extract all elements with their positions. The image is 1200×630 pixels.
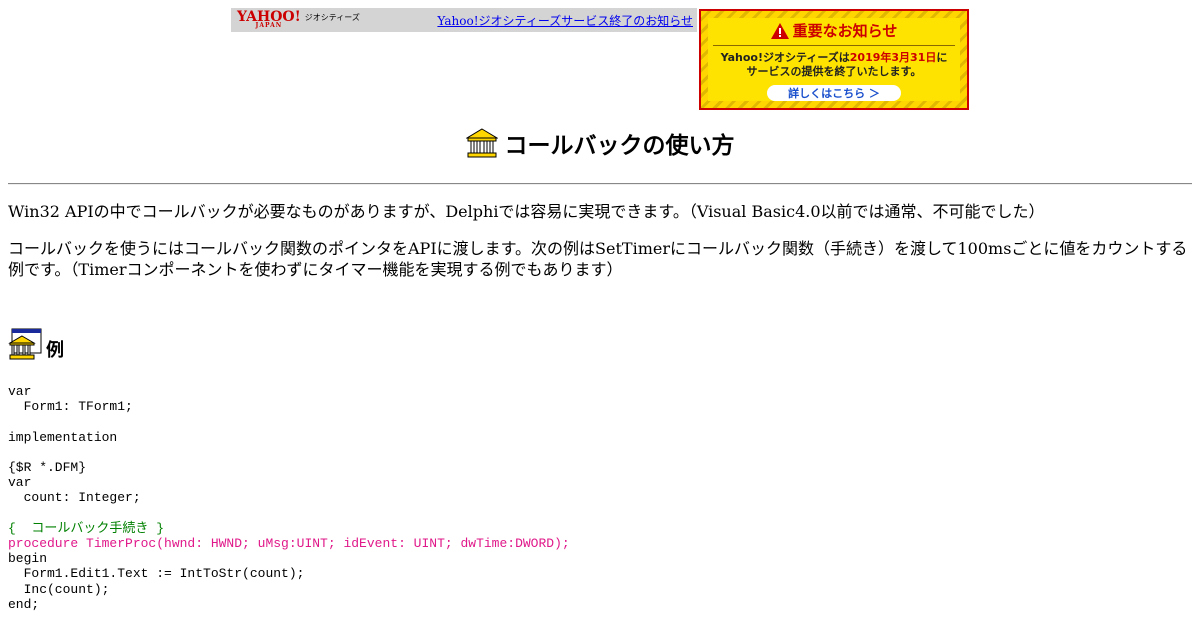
service-end-notice-link[interactable]: Yahoo!ジオシティーズサービス終了のお知らせ <box>437 12 693 29</box>
important-notice-title-text: 重要なお知らせ <box>792 22 898 40</box>
bank-icon <box>465 128 498 158</box>
geocities-label: ジオシティーズ <box>304 13 360 22</box>
divider <box>8 183 1192 185</box>
bank-window-icon <box>8 328 42 360</box>
code-declarations: var Form1: TForm1; implementation {$R *.… <box>8 384 141 506</box>
important-notice-banner[interactable]: 重要なお知らせ Yahoo!ジオシティーズは2019年3月31日に サービスの提… <box>699 9 969 110</box>
yahoo-logo[interactable]: YAHOO! JAPAN ジオシティーズ <box>237 10 360 29</box>
notice-msg-suffix: に <box>936 50 948 64</box>
notice-msg-prefix: Yahoo!ジオシティーズは <box>720 50 850 64</box>
code-example: var Form1: TForm1; implementation {$R *.… <box>8 384 570 612</box>
important-notice-inner: 重要なお知らせ Yahoo!ジオシティーズは2019年3月31日に サービスの提… <box>708 18 960 101</box>
notice-message: Yahoo!ジオシティーズは2019年3月31日に サービスの提供を終了いたしま… <box>721 51 948 79</box>
usage-paragraph: コールバックを使うにはコールバック関数のポインタをAPIに渡します。次の例はSe… <box>8 239 1188 279</box>
example-heading: 例 <box>8 328 64 362</box>
notice-msg-line2: サービスの提供を終了いたします。 <box>746 64 922 78</box>
code-procedure-signature: procedure TimerProc(hwnd: HWND; uMsg:UIN… <box>8 536 570 552</box>
intro-paragraph: Win32 APIの中でコールバックが必要なものがありますが、Delphiでは容… <box>8 202 1045 221</box>
details-button[interactable]: 詳しくはこちら ＞ <box>767 84 901 101</box>
code-procedure-body: begin Form1.Edit1.Text := IntToStr(count… <box>8 551 305 612</box>
yahoo-logo-sub: JAPAN <box>255 22 283 29</box>
page-title: コールバックの使い方 <box>0 126 1200 160</box>
important-notice-title: 重要なお知らせ <box>770 20 898 41</box>
page-title-text: コールバックの使い方 <box>504 133 735 159</box>
notice-end-date: 2019年3月31日 <box>849 50 937 64</box>
geocities-banner: YAHOO! JAPAN ジオシティーズ Yahoo!ジオシティーズサービス終了… <box>231 8 697 32</box>
example-heading-text: 例 <box>46 340 64 361</box>
code-comment: { コールバック手続き } <box>8 520 165 536</box>
warning-icon <box>770 22 789 39</box>
notice-divider <box>713 45 955 46</box>
